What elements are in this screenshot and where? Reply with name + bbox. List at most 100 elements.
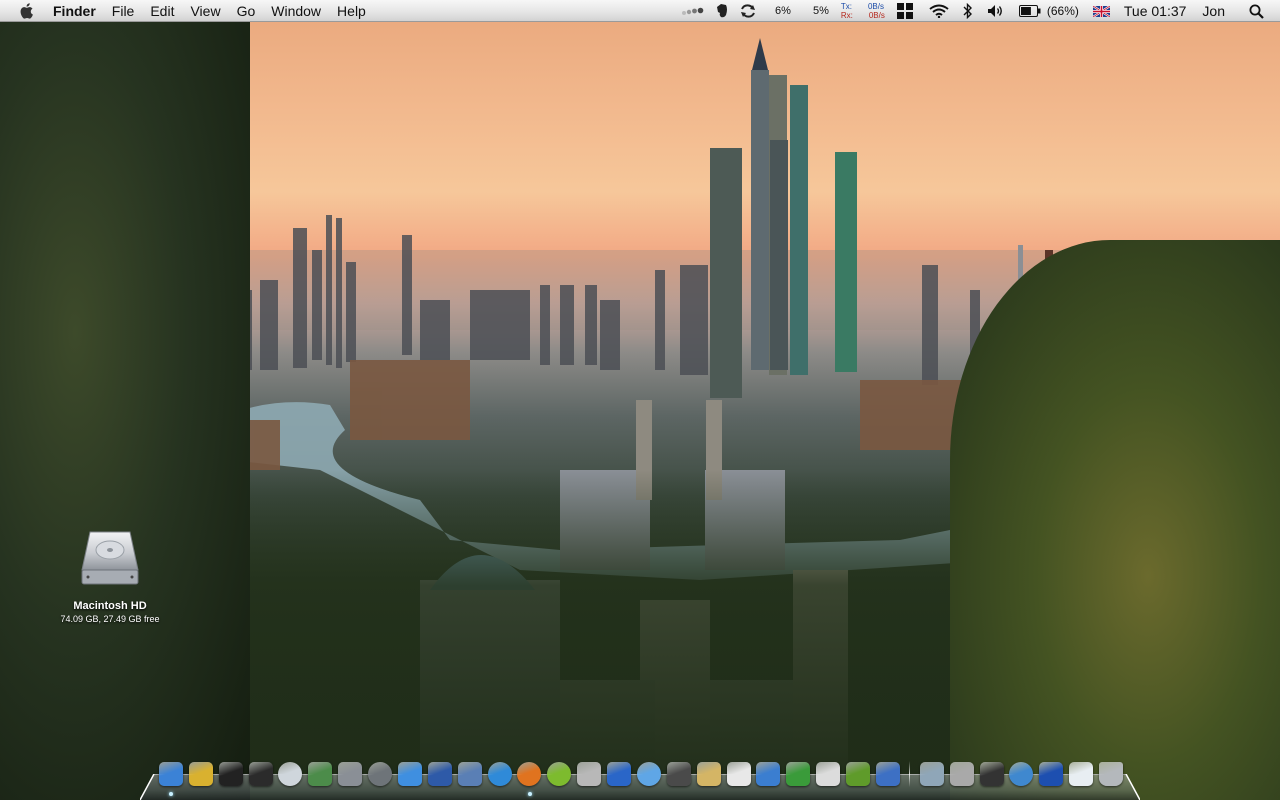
dock-item-cyberduck[interactable] <box>574 760 604 788</box>
evernote-icon[interactable] <box>715 0 729 22</box>
drive-capacity: 74.09 GB, 27.49 GB free <box>60 614 160 624</box>
desktop-wallpaper <box>0 0 1280 800</box>
dock-item-activity-monitor[interactable] <box>246 760 276 788</box>
ical-icon <box>726 762 751 786</box>
battery-icon[interactable] <box>1018 0 1041 22</box>
coda-icon <box>547 762 572 786</box>
volume-icon[interactable] <box>987 0 1005 22</box>
menu-help[interactable]: Help <box>329 0 374 22</box>
dock-icons <box>156 760 1126 796</box>
activity-monitor-icon <box>248 762 273 786</box>
net-rx-value: 0B/s <box>868 11 885 20</box>
keychain-lock-icon <box>188 762 213 786</box>
utilities-folder-icon <box>949 762 974 786</box>
dock-item-blue-app[interactable] <box>1036 760 1066 788</box>
activity-dots-icon[interactable] <box>681 0 705 22</box>
trash-icon <box>1099 762 1123 786</box>
cpu-meter-1[interactable]: 6% <box>775 0 791 22</box>
dock-item-keychain-lock[interactable] <box>186 760 216 788</box>
dock-item-document[interactable] <box>1066 760 1096 788</box>
iphoto-icon <box>308 762 333 786</box>
menu-go[interactable]: Go <box>229 0 264 22</box>
status-area: 6% 5% Tx: 0B/s Rx: 0B/s (66%) Tue 01:37 … <box>671 0 1280 22</box>
apple-menu[interactable] <box>17 1 37 21</box>
dock-item-applications-folder[interactable] <box>917 760 947 788</box>
windows-grid-icon[interactable] <box>896 0 913 22</box>
dock-item-script-editor[interactable] <box>813 760 843 788</box>
dock-item-terminal[interactable] <box>216 760 246 788</box>
dock-item-ichat[interactable] <box>395 760 425 788</box>
dock-item-finder[interactable] <box>156 760 186 796</box>
dock-item-transmit[interactable] <box>604 760 634 788</box>
dock-item-preview[interactable] <box>455 760 485 788</box>
dock-item-trash[interactable] <box>1096 760 1126 788</box>
menu-app-name[interactable]: Finder <box>51 0 104 22</box>
dock-item-front-row[interactable] <box>664 760 694 788</box>
front-row-icon <box>666 762 691 786</box>
airport-utility-icon <box>278 762 303 786</box>
xcode-icon <box>875 762 900 786</box>
menu-window[interactable]: Window <box>263 0 329 22</box>
network-monitor-icon <box>979 762 1004 786</box>
dock-item-safari[interactable] <box>485 760 515 788</box>
address-book-icon <box>427 762 452 786</box>
growl-icon <box>786 762 811 786</box>
dock-item-ical[interactable] <box>724 760 754 788</box>
dock-item-address-book[interactable] <box>425 760 455 788</box>
globe-icon <box>1009 762 1034 786</box>
dock-item-network-monitor[interactable] <box>977 760 1007 788</box>
script-editor-icon <box>816 762 841 786</box>
menu-edit[interactable]: Edit <box>142 0 182 22</box>
menu-bar: Finder File Edit View Go Window Help 6% … <box>0 0 1280 22</box>
applications-folder-icon <box>919 762 944 786</box>
menu-file[interactable]: File <box>104 0 143 22</box>
wireshark-fin-icon <box>756 762 781 786</box>
itunes-icon <box>636 762 661 786</box>
menu-clock[interactable]: Tue 01:37 <box>1124 0 1187 22</box>
battery-percentage[interactable]: (66%) <box>1047 0 1079 22</box>
safari-icon <box>487 762 512 786</box>
bluetooth-icon[interactable] <box>963 0 973 22</box>
dock-item-itunes[interactable] <box>634 760 664 788</box>
net-tx-label: Tx: <box>840 2 852 11</box>
net-rx-label: Rx: <box>840 11 853 20</box>
spotlight-search-icon[interactable] <box>1249 0 1264 22</box>
net-tx-value: 0B/s <box>867 2 884 11</box>
mail-icon <box>696 762 721 786</box>
dock <box>140 756 1140 800</box>
cpu-meter-2[interactable]: 5% <box>813 0 829 22</box>
dock-item-iphoto[interactable] <box>305 760 335 788</box>
network-meter[interactable]: Tx: 0B/s Rx: 0B/s <box>841 2 885 20</box>
finder-icon <box>158 762 183 786</box>
dock-item-dreamweaver[interactable] <box>843 760 873 788</box>
dreamweaver-icon <box>846 762 871 786</box>
dock-item-growl[interactable] <box>783 760 813 788</box>
dock-item-system-preferences[interactable] <box>335 760 365 788</box>
blue-app-icon <box>1039 762 1064 786</box>
uk-flag-icon[interactable] <box>1092 0 1110 22</box>
tree-canopy-right <box>950 240 1280 800</box>
desktop-drive-macintosh-hd[interactable]: Macintosh HD 74.09 GB, 27.49 GB free <box>50 528 170 624</box>
menu-view[interactable]: View <box>182 0 228 22</box>
user-menu[interactable]: Jon <box>1202 0 1225 22</box>
dock-item-globe[interactable] <box>1006 760 1036 788</box>
cyberduck-icon <box>577 762 602 786</box>
wifi-icon[interactable] <box>929 0 949 22</box>
system-preferences-icon <box>338 762 363 786</box>
dock-item-coda[interactable] <box>544 760 574 788</box>
dock-item-firefox[interactable] <box>515 760 545 796</box>
terminal-icon <box>218 762 243 786</box>
tree-canopy-left <box>0 20 250 800</box>
dock-item-utilities-folder[interactable] <box>947 760 977 788</box>
dock-item-airport-utility[interactable] <box>276 760 306 788</box>
dock-item-wireshark-fin[interactable] <box>754 760 784 788</box>
transmit-icon <box>607 762 632 786</box>
hard-drive-icon <box>80 528 140 588</box>
dock-item-time-machine[interactable] <box>365 760 395 788</box>
firefox-icon <box>517 762 542 786</box>
dock-item-mail[interactable] <box>694 760 724 788</box>
sync-arrows-icon[interactable] <box>739 0 757 22</box>
time-machine-icon <box>368 762 393 786</box>
dock-item-xcode[interactable] <box>873 760 903 788</box>
apple-logo-icon <box>20 2 33 19</box>
